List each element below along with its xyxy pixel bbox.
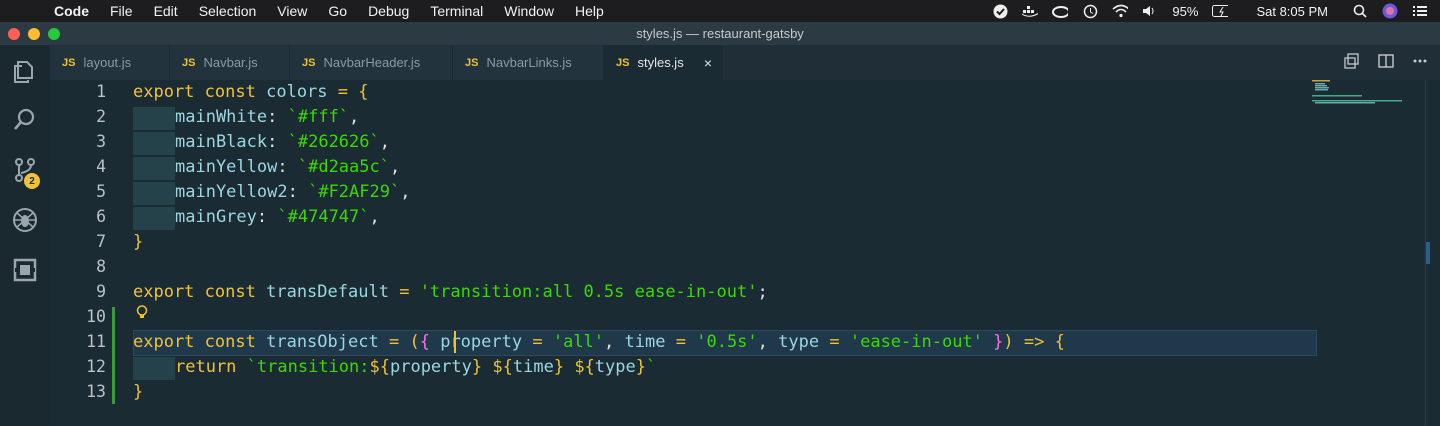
js-file-icon: JS: [616, 56, 630, 69]
line-number: 12: [86, 357, 106, 376]
tab-styles-js[interactable]: JS styles.js ×: [604, 45, 723, 80]
js-file-icon: JS: [302, 56, 316, 69]
lightbulb-icon[interactable]: [136, 305, 148, 324]
close-tab-icon[interactable]: ×: [704, 55, 712, 71]
battery-icon[interactable]: [1212, 3, 1229, 19]
notification-center-icon[interactable]: [1412, 3, 1428, 19]
menu-file[interactable]: File: [110, 3, 133, 19]
git-added-gutter-marker: [112, 307, 115, 404]
line-number: 8: [96, 257, 106, 276]
menubar-clock[interactable]: Sat 8:05 PM: [1256, 4, 1328, 19]
line-number: 6: [96, 207, 106, 226]
menu-selection[interactable]: Selection: [199, 3, 257, 19]
text-cursor: [454, 331, 456, 353]
menu-help[interactable]: Help: [575, 3, 604, 19]
macos-menubar: Code File Edit Selection View Go Debug T…: [0, 0, 1440, 22]
menu-edit[interactable]: Edit: [154, 3, 178, 19]
menu-window[interactable]: Window: [504, 3, 554, 19]
more-actions-icon[interactable]: [1412, 53, 1428, 72]
line-number: 4: [96, 157, 106, 176]
tab-navbarlinks-js[interactable]: JS NavbarLinks.js: [453, 45, 604, 80]
menu-go[interactable]: Go: [328, 3, 347, 19]
docker-icon[interactable]: [1022, 3, 1039, 19]
open-changes-icon[interactable]: [1344, 53, 1360, 72]
split-editor-icon[interactable]: [1378, 53, 1394, 72]
js-file-icon: JS: [62, 56, 76, 69]
js-file-icon: JS: [182, 56, 196, 69]
creative-cloud-icon[interactable]: [1052, 3, 1069, 19]
line-number: 1: [96, 82, 106, 101]
volume-icon[interactable]: [1142, 3, 1158, 19]
window-titlebar: styles.js — restaurant-gatsby: [0, 22, 1440, 45]
menu-code[interactable]: Code: [54, 3, 89, 19]
line-number: 9: [96, 282, 106, 301]
line-number: 7: [96, 232, 106, 251]
code-line-1: export const colors = {: [133, 82, 369, 102]
code-line-6: mainGrey: `#474747`,: [133, 207, 380, 230]
js-file-icon: JS: [465, 56, 479, 69]
menu-debug[interactable]: Debug: [368, 3, 409, 19]
code-line-7: }: [133, 232, 144, 252]
wifi-icon[interactable]: [1112, 3, 1129, 19]
line-number: 2: [96, 107, 106, 126]
line-number: 3: [96, 132, 106, 151]
code-line-13: }: [133, 382, 144, 402]
line-number: 10: [86, 307, 106, 326]
code-line-2: mainWhite: `#fff`,: [133, 107, 359, 130]
vertical-scrollbar[interactable]: [1426, 242, 1430, 264]
line-number: 11: [86, 332, 106, 351]
window-title: styles.js — restaurant-gatsby: [636, 26, 804, 41]
explorer-icon[interactable]: [0, 51, 50, 91]
tab-navbar-js[interactable]: JS Navbar.js: [170, 45, 290, 80]
code-line-3: mainBlack: `#262626`,: [133, 132, 390, 155]
activity-bar: 2: [0, 45, 50, 426]
tab-label: styles.js: [637, 55, 684, 70]
debug-icon[interactable]: [0, 200, 50, 240]
tab-label: Navbar.js: [203, 55, 258, 70]
line-number: 13: [86, 382, 106, 401]
tab-label: NavbarHeader.js: [323, 55, 421, 70]
tab-label: layout.js: [83, 55, 132, 70]
checkmark-shield-icon[interactable]: [992, 3, 1008, 19]
menu-view[interactable]: View: [277, 3, 307, 19]
tab-layout-js[interactable]: JS layout.js: [50, 45, 170, 80]
minimap[interactable]: [1310, 80, 1410, 110]
code-line-11: export const transObject = ({ property =…: [133, 332, 1065, 352]
editor-tab-bar: JS layout.js JS Navbar.js JS NavbarHeade…: [50, 45, 1440, 80]
code-editor[interactable]: 1 2 3 4 5 6 7 8 9 10 11 12 13 export con…: [50, 80, 1440, 426]
battery-percent: 95%: [1172, 3, 1199, 19]
search-icon[interactable]: [0, 100, 50, 140]
menu-terminal[interactable]: Terminal: [430, 3, 483, 19]
tab-label: NavbarLinks.js: [486, 55, 572, 70]
siri-icon[interactable]: [1382, 3, 1398, 19]
time-machine-icon[interactable]: [1082, 3, 1098, 19]
code-line-4: mainYellow: `#d2aa5c`,: [133, 157, 400, 180]
tab-navbarheader-js[interactable]: JS NavbarHeader.js: [290, 45, 453, 80]
spotlight-search-icon[interactable]: [1352, 3, 1368, 19]
code-line-12: return `transition:${property} ${time} $…: [133, 357, 656, 380]
extensions-icon[interactable]: [0, 250, 50, 290]
scm-changes-badge: 2: [24, 173, 40, 189]
line-number: 5: [96, 182, 106, 201]
code-line-5: mainYellow2: `#F2AF29`,: [133, 182, 410, 205]
code-line-9: export const transDefault = 'transition:…: [133, 282, 768, 302]
